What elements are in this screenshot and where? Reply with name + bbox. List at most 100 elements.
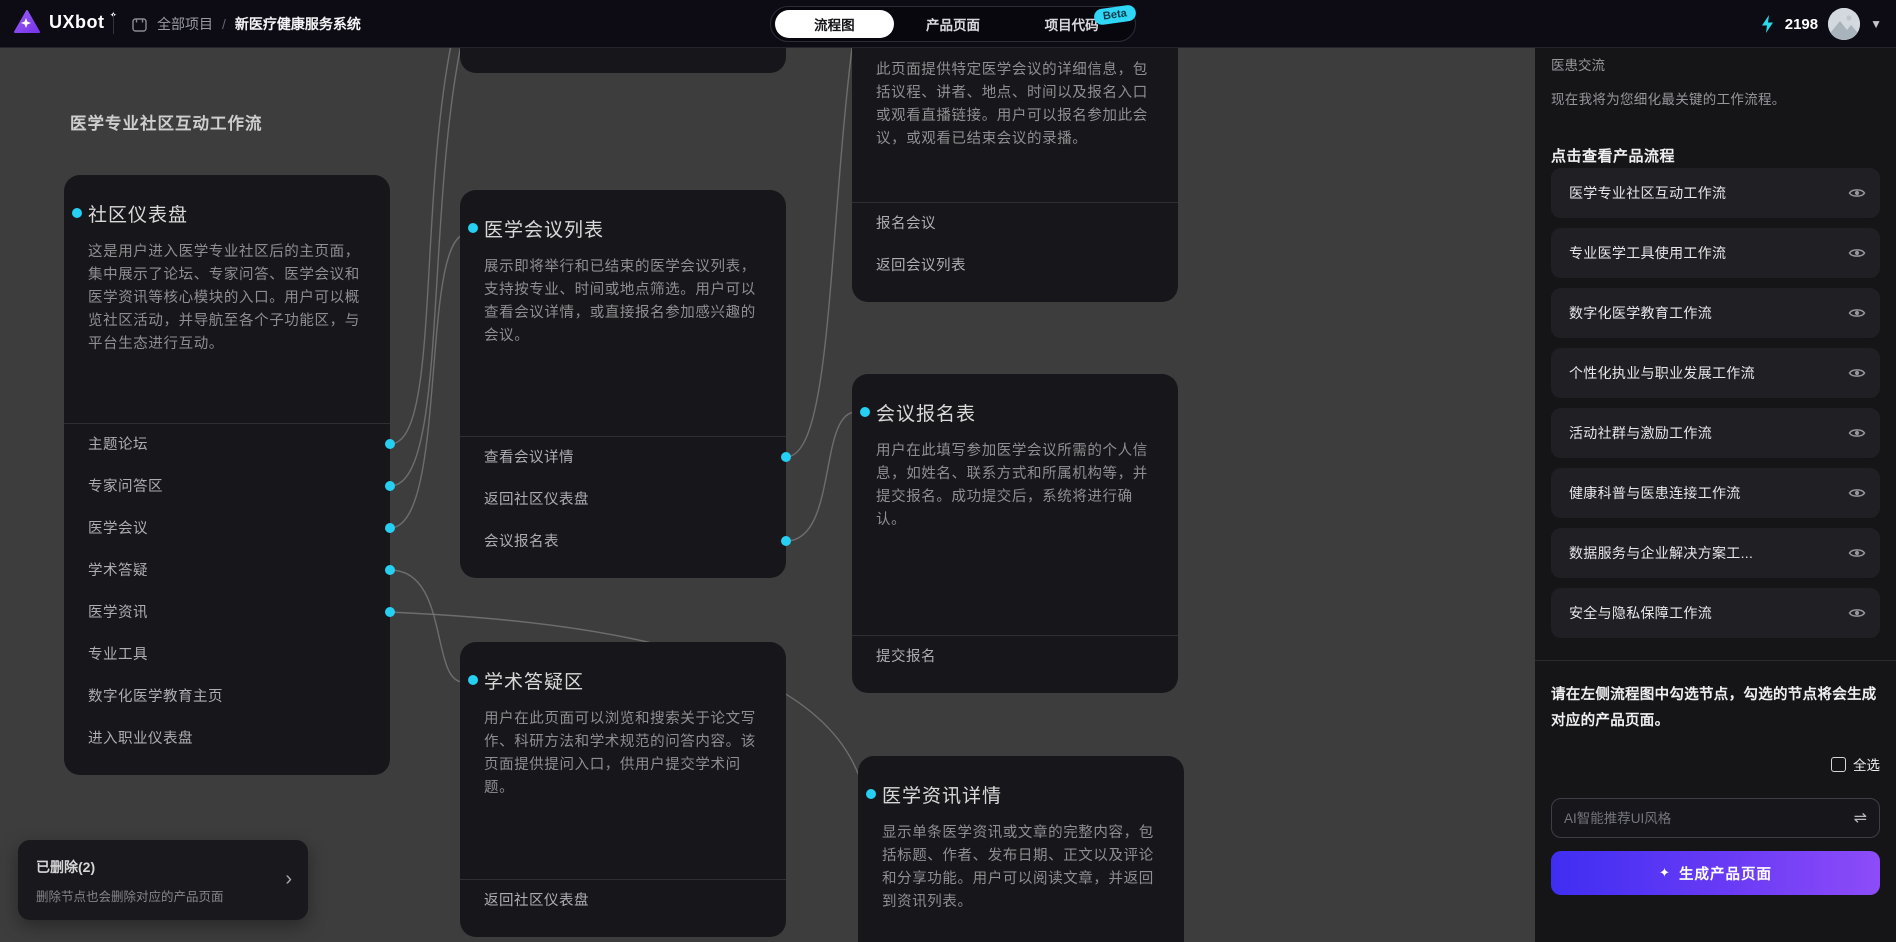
flow-node-conference-detail[interactable]: 此页面提供特定医学会议的详细信息，包括议程、讲者、地点、时间以及报名入口或观看直…: [852, 48, 1178, 302]
top-bar: UXbot ✦ 全部项目 / 新医疗健康服务系统 流程图 产品页面 项目代码 B…: [0, 0, 1896, 48]
node-description: 展示即将举行和已结束的医学会议列表，支持按专业、时间或地点筛选。用户可以查看会议…: [484, 256, 762, 348]
breadcrumb-project-link[interactable]: 全部项目: [157, 14, 213, 34]
workflow-item-1[interactable]: 医学专业社区互动工作流: [1551, 168, 1880, 218]
right-sidebar: 医患交流 现在我将为您细化最关键的工作流程。 点击查看产品流程 医学专业社区互动…: [1535, 48, 1896, 942]
node-page-links: 查看会议详情返回社区仪表盘会议报名表: [460, 436, 786, 578]
tab-flowchart[interactable]: 流程图: [775, 10, 894, 38]
node-description: 用户在此页面可以浏览和搜索关于论文写作、科研方法和学术规范的问答内容。该页面提供…: [484, 708, 762, 800]
select-all-checkbox[interactable]: [1831, 757, 1846, 772]
flow-node-partial-top-node[interactable]: [460, 48, 786, 73]
sparkle-icon: ✦: [1659, 865, 1671, 881]
node-link-item[interactable]: 医学资讯: [64, 592, 390, 634]
node-output-port-dot: [385, 607, 395, 617]
workflow-item-8[interactable]: 安全与隐私保障工作流: [1551, 588, 1880, 638]
node-title: 医学资讯详情: [882, 781, 1002, 808]
node-output-port-dot: [385, 439, 395, 449]
eye-icon[interactable]: [1848, 544, 1866, 562]
flowchart-canvas[interactable]: 医学专业社区互动工作流 社区仪表盘这是用户进入医学专业社区后的主页面，集中展示了…: [0, 48, 1535, 942]
workflow-item-label: 活动社群与激励工作流: [1569, 423, 1712, 443]
eye-icon[interactable]: [1848, 184, 1866, 202]
credits-count: 2198: [1785, 16, 1818, 33]
eye-icon[interactable]: [1848, 244, 1866, 262]
assistant-text-line: 现在我将为您细化最关键的工作流程。: [1551, 88, 1786, 108]
workflow-item-label: 数据服务与企业解决方案工...: [1569, 543, 1753, 563]
workflow-item-2[interactable]: 专业医学工具使用工作流: [1551, 228, 1880, 278]
select-all-label: 全选: [1853, 754, 1880, 774]
node-input-port-dot: [860, 407, 870, 417]
eye-icon[interactable]: [1848, 484, 1866, 502]
workflow-item-label: 数字化医学教育工作流: [1569, 303, 1712, 323]
logo-text: UXbot: [49, 12, 105, 33]
workflow-item-6[interactable]: 健康科普与医患连接工作流: [1551, 468, 1880, 518]
tab-product-pages[interactable]: 产品页面: [894, 10, 1013, 38]
node-link-item[interactable]: 会议报名表: [460, 521, 786, 563]
breadcrumb-current-page: 新医疗健康服务系统: [235, 14, 361, 34]
workflow-item-3[interactable]: 数字化医学教育工作流: [1551, 288, 1880, 338]
eye-icon[interactable]: [1848, 304, 1866, 322]
select-all-control[interactable]: 全选: [1831, 754, 1880, 774]
node-link-item[interactable]: 学术答疑: [64, 550, 390, 592]
node-title: 社区仪表盘: [88, 200, 188, 227]
node-link-item[interactable]: 查看会议详情: [460, 437, 786, 479]
workflow-item-7[interactable]: 数据服务与企业解决方案工...: [1551, 528, 1880, 578]
node-link-item[interactable]: 专家问答区: [64, 466, 390, 508]
node-input-port-dot: [468, 675, 478, 685]
node-link-item[interactable]: 报名会议: [852, 203, 1178, 245]
node-link-item[interactable]: 主题论坛: [64, 424, 390, 466]
node-page-links: 提交报名: [852, 635, 1178, 693]
node-description: 这是用户进入医学专业社区后的主页面，集中展示了论坛、专家问答、医学会议和医学资讯…: [88, 241, 366, 356]
workflow-item-4[interactable]: 个性化执业与职业发展工作流: [1551, 348, 1880, 398]
topbar-divider: [113, 14, 114, 34]
app-logo: UXbot ✦: [14, 10, 121, 34]
node-link-item[interactable]: 数字化医学教育主页: [64, 676, 390, 718]
workflow-item-label: 专业医学工具使用工作流: [1569, 243, 1726, 263]
expand-chevron-icon[interactable]: ›: [285, 868, 292, 891]
flow-node-conference-signup-form[interactable]: 会议报名表用户在此填写参加医学会议所需的个人信息，如姓名、联系方式和所属机构等，…: [852, 374, 1178, 693]
node-output-port-dot: [781, 536, 791, 546]
lightning-credits-icon: [1760, 14, 1775, 34]
flow-node-conference-list[interactable]: 医学会议列表展示即将举行和已结束的医学会议列表，支持按专业、时间或地点筛选。用户…: [460, 190, 786, 578]
ui-style-input[interactable]: [1564, 811, 1854, 826]
node-description: 显示单条医学资讯或文章的完整内容，包括标题、作者、发布日期、正文以及评论和分享功…: [882, 822, 1160, 914]
avatar[interactable]: [1828, 8, 1860, 40]
eye-icon[interactable]: [1848, 604, 1866, 622]
workflow-item-label: 个性化执业与职业发展工作流: [1569, 363, 1755, 383]
ui-style-input-wrap: ⇌: [1551, 798, 1880, 838]
workflow-item-5[interactable]: 活动社群与激励工作流: [1551, 408, 1880, 458]
node-link-item[interactable]: 进入职业仪表盘: [64, 718, 390, 760]
flow-node-community-dashboard[interactable]: 社区仪表盘这是用户进入医学专业社区后的主页面，集中展示了论坛、专家问答、医学会议…: [64, 175, 390, 775]
flow-node-medical-news-detail[interactable]: 医学资讯详情显示单条医学资讯或文章的完整内容，包括标题、作者、发布日期、正文以及…: [858, 756, 1184, 942]
eye-icon[interactable]: [1848, 424, 1866, 442]
node-link-item[interactable]: 提交报名: [852, 636, 1178, 678]
node-link-item[interactable]: 返回社区仪表盘: [460, 880, 786, 922]
logo-triangle-icon: [14, 10, 40, 34]
node-link-item[interactable]: 返回会议列表: [852, 245, 1178, 287]
workflow-list-heading: 点击查看产品流程: [1551, 145, 1675, 166]
sidebar-divider: [1535, 660, 1896, 661]
workflow-item-label: 医学专业社区互动工作流: [1569, 183, 1726, 203]
node-page-links: 主题论坛专家问答区医学会议学术答疑医学资讯专业工具数字化医学教育主页进入职业仪表…: [64, 423, 390, 775]
node-title: 会议报名表: [876, 399, 976, 426]
node-page-links: 返回社区仪表盘: [460, 879, 786, 937]
node-title: 学术答疑区: [484, 667, 584, 694]
node-description: 此页面提供特定医学会议的详细信息，包括议程、讲者、地点、时间以及报名入口或观看直…: [876, 59, 1154, 151]
generate-pages-button[interactable]: ✦ 生成产品页面: [1551, 851, 1880, 895]
node-description: 用户在此填写参加医学会议所需的个人信息，如姓名、联系方式和所属机构等，并提交报名…: [876, 440, 1154, 532]
eye-icon[interactable]: [1848, 364, 1866, 382]
node-output-port-dot: [781, 452, 791, 462]
node-output-port-dot: [385, 565, 395, 575]
swap-icon[interactable]: ⇌: [1854, 808, 1867, 828]
node-link-item[interactable]: 专业工具: [64, 634, 390, 676]
chevron-down-icon[interactable]: ▼: [1870, 17, 1882, 31]
node-link-item[interactable]: 返回社区仪表盘: [460, 479, 786, 521]
node-link-item[interactable]: 医学会议: [64, 508, 390, 550]
node-title: 医学会议列表: [484, 215, 604, 242]
assistant-text-line: 医患交流: [1551, 54, 1605, 74]
deleted-hint: 删除节点也会删除对应的产品页面: [36, 886, 290, 905]
flow-node-academic-qa[interactable]: 学术答疑区用户在此页面可以浏览和搜索关于论文写作、科研方法和学术规范的问答内容。…: [460, 642, 786, 937]
deleted-nodes-widget[interactable]: 已删除(2) 删除节点也会删除对应的产品页面 ›: [18, 840, 308, 920]
node-output-port-dot: [385, 523, 395, 533]
node-output-port-dot: [385, 481, 395, 491]
breadcrumb-separator: /: [222, 16, 226, 32]
view-tabs: 流程图 产品页面 项目代码: [770, 6, 1136, 42]
